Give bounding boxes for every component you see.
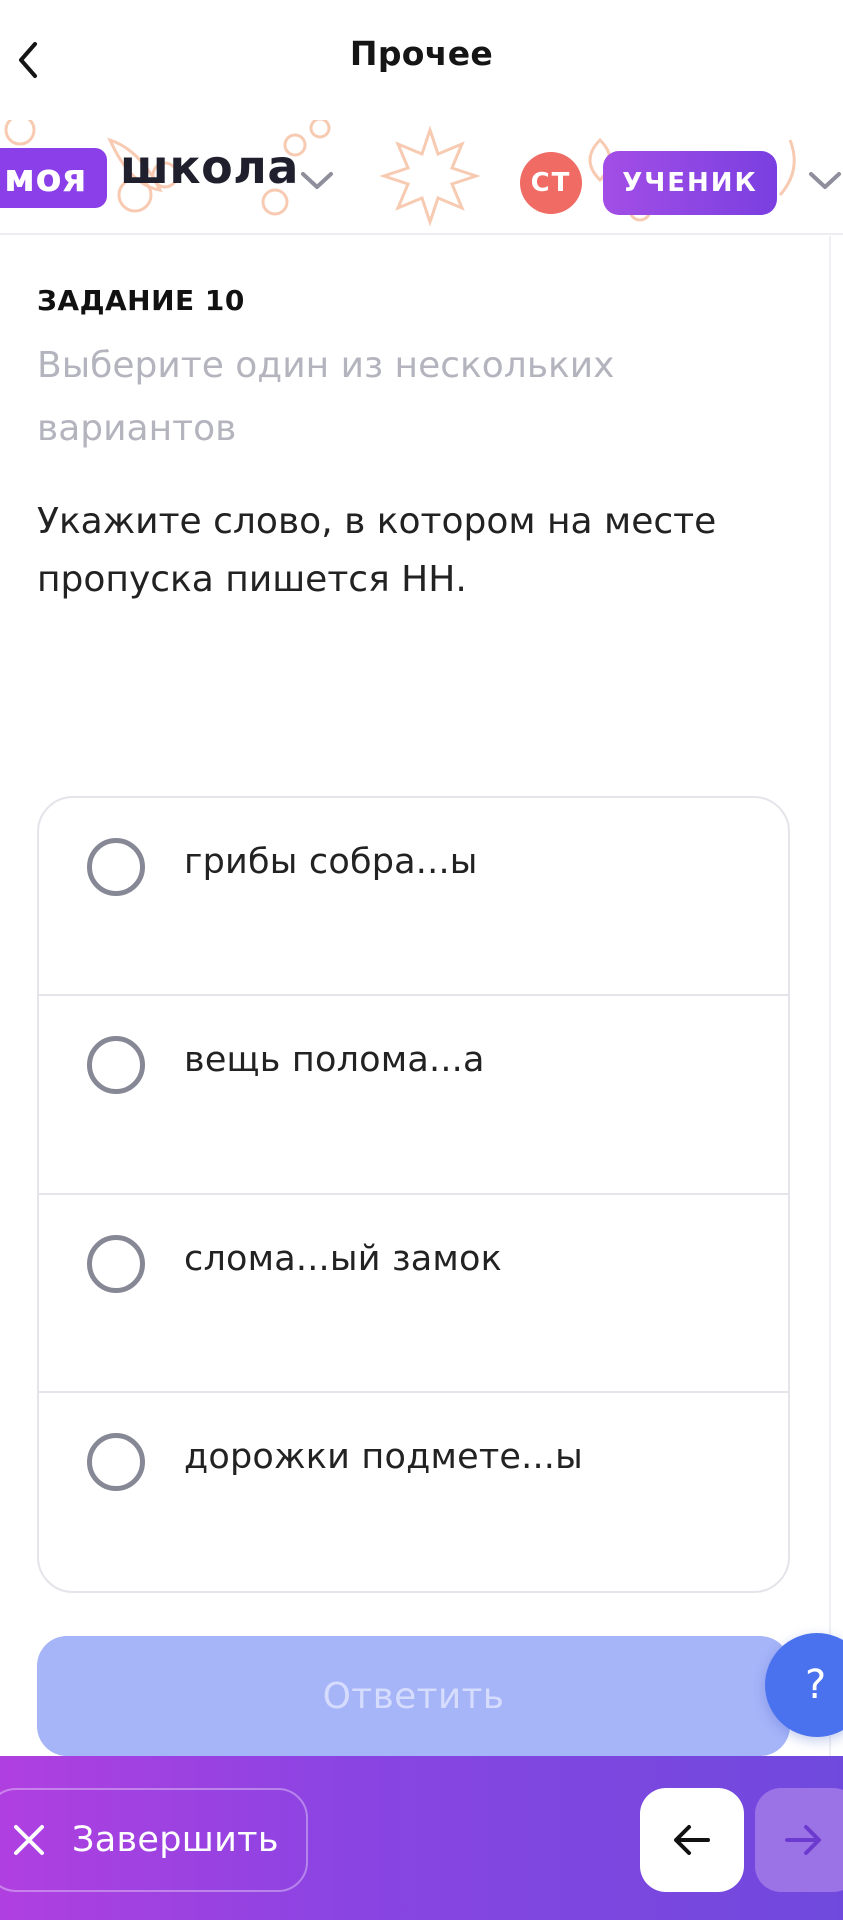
option-label: грибы собра...ы <box>184 842 478 882</box>
radio-button[interactable] <box>87 838 145 896</box>
top-nav: Прочее <box>0 0 843 120</box>
role-badge[interactable]: УЧЕНИК <box>603 151 777 215</box>
avatar[interactable]: СТ <box>520 152 582 214</box>
next-button[interactable] <box>755 1788 843 1892</box>
arrow-left-icon <box>674 1825 710 1855</box>
chevron-down-icon[interactable] <box>300 170 334 192</box>
logo-badge: моя <box>0 148 108 208</box>
task-label: ЗАДАНИЕ 10 <box>37 284 245 317</box>
submit-answer-button[interactable]: Ответить <box>37 1636 790 1756</box>
finish-button[interactable]: Завершить <box>0 1788 308 1892</box>
previous-button[interactable] <box>640 1788 744 1892</box>
task-question: Укажите слово, в котором на месте пропус… <box>37 501 717 600</box>
answer-option[interactable]: вещь полома...а <box>39 996 788 1195</box>
answer-options: грибы собра...ы вещь полома...а слома...… <box>37 796 790 1593</box>
help-label: ? <box>805 1662 827 1708</box>
close-icon <box>14 1825 44 1855</box>
answer-option[interactable]: грибы собра...ы <box>39 798 788 997</box>
chevron-down-icon[interactable] <box>808 170 842 192</box>
arrow-right-icon <box>785 1825 821 1855</box>
page-title: Прочее <box>349 34 494 73</box>
task-instruction: Выберите один из нескольких вариантов <box>37 345 615 449</box>
finish-label: Завершить <box>72 1820 279 1860</box>
option-label: вещь полома...а <box>184 1040 485 1081</box>
radio-button[interactable] <box>87 1234 145 1293</box>
task-card: ЗАДАНИЕ 10 Выберите один из нескольких в… <box>0 236 831 1756</box>
answer-option[interactable]: дорожки подмете...ы <box>39 1393 788 1591</box>
option-label: дорожки подмете...ы <box>184 1436 583 1477</box>
brand-bar: моя школа СТ УЧЕНИК <box>0 120 843 235</box>
radio-button[interactable] <box>87 1432 145 1491</box>
logo-word: школа <box>120 140 299 194</box>
option-label: слома...ый замок <box>184 1238 502 1279</box>
bottom-bar: Завершить <box>0 1756 843 1920</box>
radio-button[interactable] <box>87 1036 145 1095</box>
answer-option[interactable]: слома...ый замок <box>39 1195 788 1393</box>
